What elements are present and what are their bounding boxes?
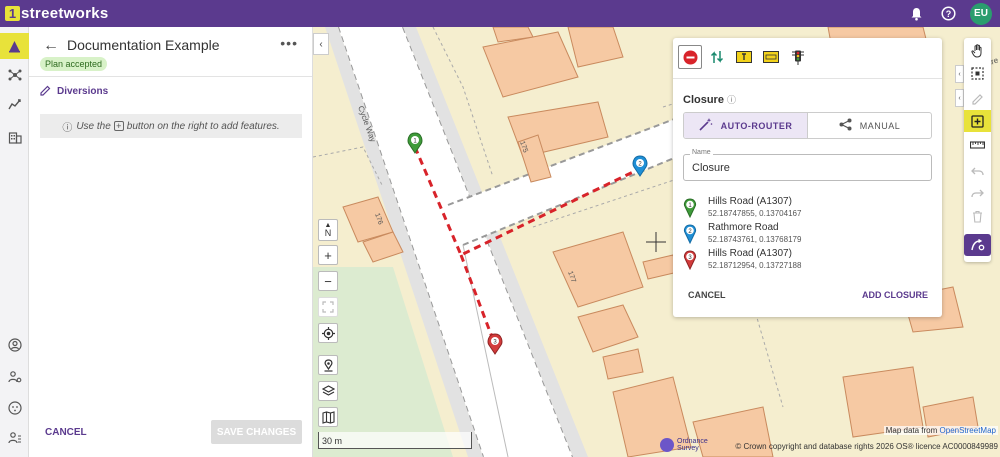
diversions-label: Diversions [57,85,109,97]
status-badge: Plan accepted [40,57,108,71]
road-closed-sign-icon[interactable] [759,45,783,69]
more-options-icon[interactable]: ••• [280,35,298,51]
manual-label: MANUAL [859,120,901,131]
save-changes-button[interactable]: SAVE CHANGES [211,420,302,444]
add-closure-button[interactable]: ADD CLOSURE [862,290,928,300]
waypoint-1-pin-icon: 1 [683,198,697,218]
waypoint-item-3[interactable]: 3 Hills Road (A1307) 52.18712954, 0.1372… [683,247,932,273]
waypoint-1-coords: 52.18747855, 0.13704167 [708,209,802,218]
hint-suffix: button on the right to add features. [126,120,280,132]
account-icon[interactable] [0,332,29,358]
waypoint-3-pin-icon: 3 [683,250,697,270]
logo-text: streetworks [21,5,109,22]
closure-type-icon[interactable] [678,45,702,69]
compass-label: N [324,228,332,238]
map-attribution: Map data from OpenStreetMap [883,426,998,435]
auto-router-label: AUTO-ROUTER [720,120,793,131]
feature-type-toolbar [678,45,813,69]
magic-wand-icon [699,117,713,134]
closure-title: Closure ⓘ [683,93,736,106]
auto-router-button[interactable]: AUTO-ROUTER [684,113,807,138]
zoom-out-button[interactable]: − [318,271,338,291]
add-features-hint: ⓘ Use the + button on the right to add f… [40,114,302,138]
waypoint-1-name: Hills Road (A1307) [708,196,792,207]
roadworks-sign-icon[interactable] [732,45,756,69]
osm-link[interactable]: OpenStreetMap [940,426,996,435]
waypoint-item-2[interactable]: 2 Rathmore Road 52.18743761, 0.13768179 [683,221,932,247]
location-pin-icon[interactable] [318,355,338,375]
left-rail [0,27,29,457]
diversions-section[interactable]: Diversions [40,85,108,97]
cancel-button[interactable]: CANCEL [45,427,87,438]
logo-mark: 1 [5,6,20,21]
pan-hand-icon[interactable] [964,40,991,62]
team-settings-icon[interactable] [0,425,29,451]
pencil-icon [40,85,52,97]
info-icon[interactable]: ⓘ [727,95,736,105]
routing-mode-toggle: AUTO-ROUTER MANUAL [683,112,932,139]
name-field-label: Name [690,149,713,156]
network-icon[interactable] [0,62,29,88]
edit-pencil-icon[interactable] [964,88,991,110]
closure-cancel-button[interactable]: CANCEL [688,290,726,300]
os-logo-text: Ordnance Survey [677,438,708,452]
svg-text:?: ? [945,9,951,19]
manual-button[interactable]: MANUAL [807,113,931,138]
undo-icon[interactable] [964,160,991,182]
expand-left-tab-2[interactable]: ‹ [955,89,964,107]
route-settings-icon[interactable] [964,234,991,256]
closure-title-text: Closure [683,94,724,106]
os-logo: Ordnance Survey [660,438,708,452]
diversion-type-icon[interactable] [705,45,729,69]
plan-panel: ← Documentation Example ••• Plan accepte… [29,27,313,457]
select-area-icon[interactable] [964,62,991,84]
fit-bounds-icon[interactable] [318,297,338,317]
add-feature-button[interactable] [964,110,991,132]
roadworks-icon[interactable] [0,33,29,59]
top-bar: 1 streetworks ? EU [0,0,1000,27]
app-logo[interactable]: 1 streetworks [5,5,109,22]
waypoint-2-name: Rathmore Road [708,222,779,233]
name-field[interactable]: Name Closure [683,149,932,181]
locate-me-icon[interactable] [318,323,338,343]
scale-bar: 30 m [318,432,472,449]
bell-icon[interactable] [906,4,926,24]
add-feature-icon: + [113,121,124,131]
waypoint-2-pin-icon: 2 [683,224,697,244]
waypoint-3-coords: 52.18712954, 0.13727188 [708,261,802,270]
hint-prefix: Use the [76,120,111,132]
layers-icon[interactable] [318,381,338,401]
avatar[interactable]: EU [970,2,992,25]
waypoint-2-coords: 52.18743761, 0.13768179 [708,235,802,244]
delete-trash-icon[interactable] [964,205,991,227]
traffic-lights-icon[interactable] [786,45,810,69]
waypoint-item-1[interactable]: 1 Hills Road (A1307) 52.18747855, 0.1370… [683,195,932,221]
zoom-in-button[interactable]: + [318,245,338,265]
support-icon[interactable] [0,395,29,421]
map-style-icon[interactable] [318,407,338,427]
collapse-panel-button[interactable]: ‹ [313,33,329,55]
admin-icon[interactable] [0,364,29,390]
analytics-icon[interactable] [0,91,29,117]
redo-icon[interactable] [964,182,991,204]
drawing-toolbar [964,38,991,262]
name-field-value[interactable]: Closure [692,162,730,174]
compass-button[interactable]: ▲ N [318,219,338,241]
closure-editor: Closure ⓘ AUTO-ROUTER MANUAL Name Closure… [673,38,942,317]
back-arrow-icon[interactable]: ← [43,37,59,55]
share-nodes-icon [839,118,852,134]
attribution-prefix: Map data from [885,426,938,435]
copyright-text: © Crown copyright and database rights 20… [735,442,998,451]
expand-left-tab[interactable]: ‹ [955,65,964,83]
card-divider [673,78,942,79]
measure-ruler-icon[interactable] [964,134,991,156]
info-icon: ⓘ [62,122,73,134]
help-icon[interactable]: ? [938,4,958,24]
page-title: Documentation Example [67,37,220,53]
buildings-icon[interactable] [0,124,29,150]
ordnance-survey-logo-icon [660,438,674,452]
waypoint-3-name: Hills Road (A1307) [708,248,792,259]
panel-header: ← Documentation Example ••• Plan accepte… [29,27,312,77]
